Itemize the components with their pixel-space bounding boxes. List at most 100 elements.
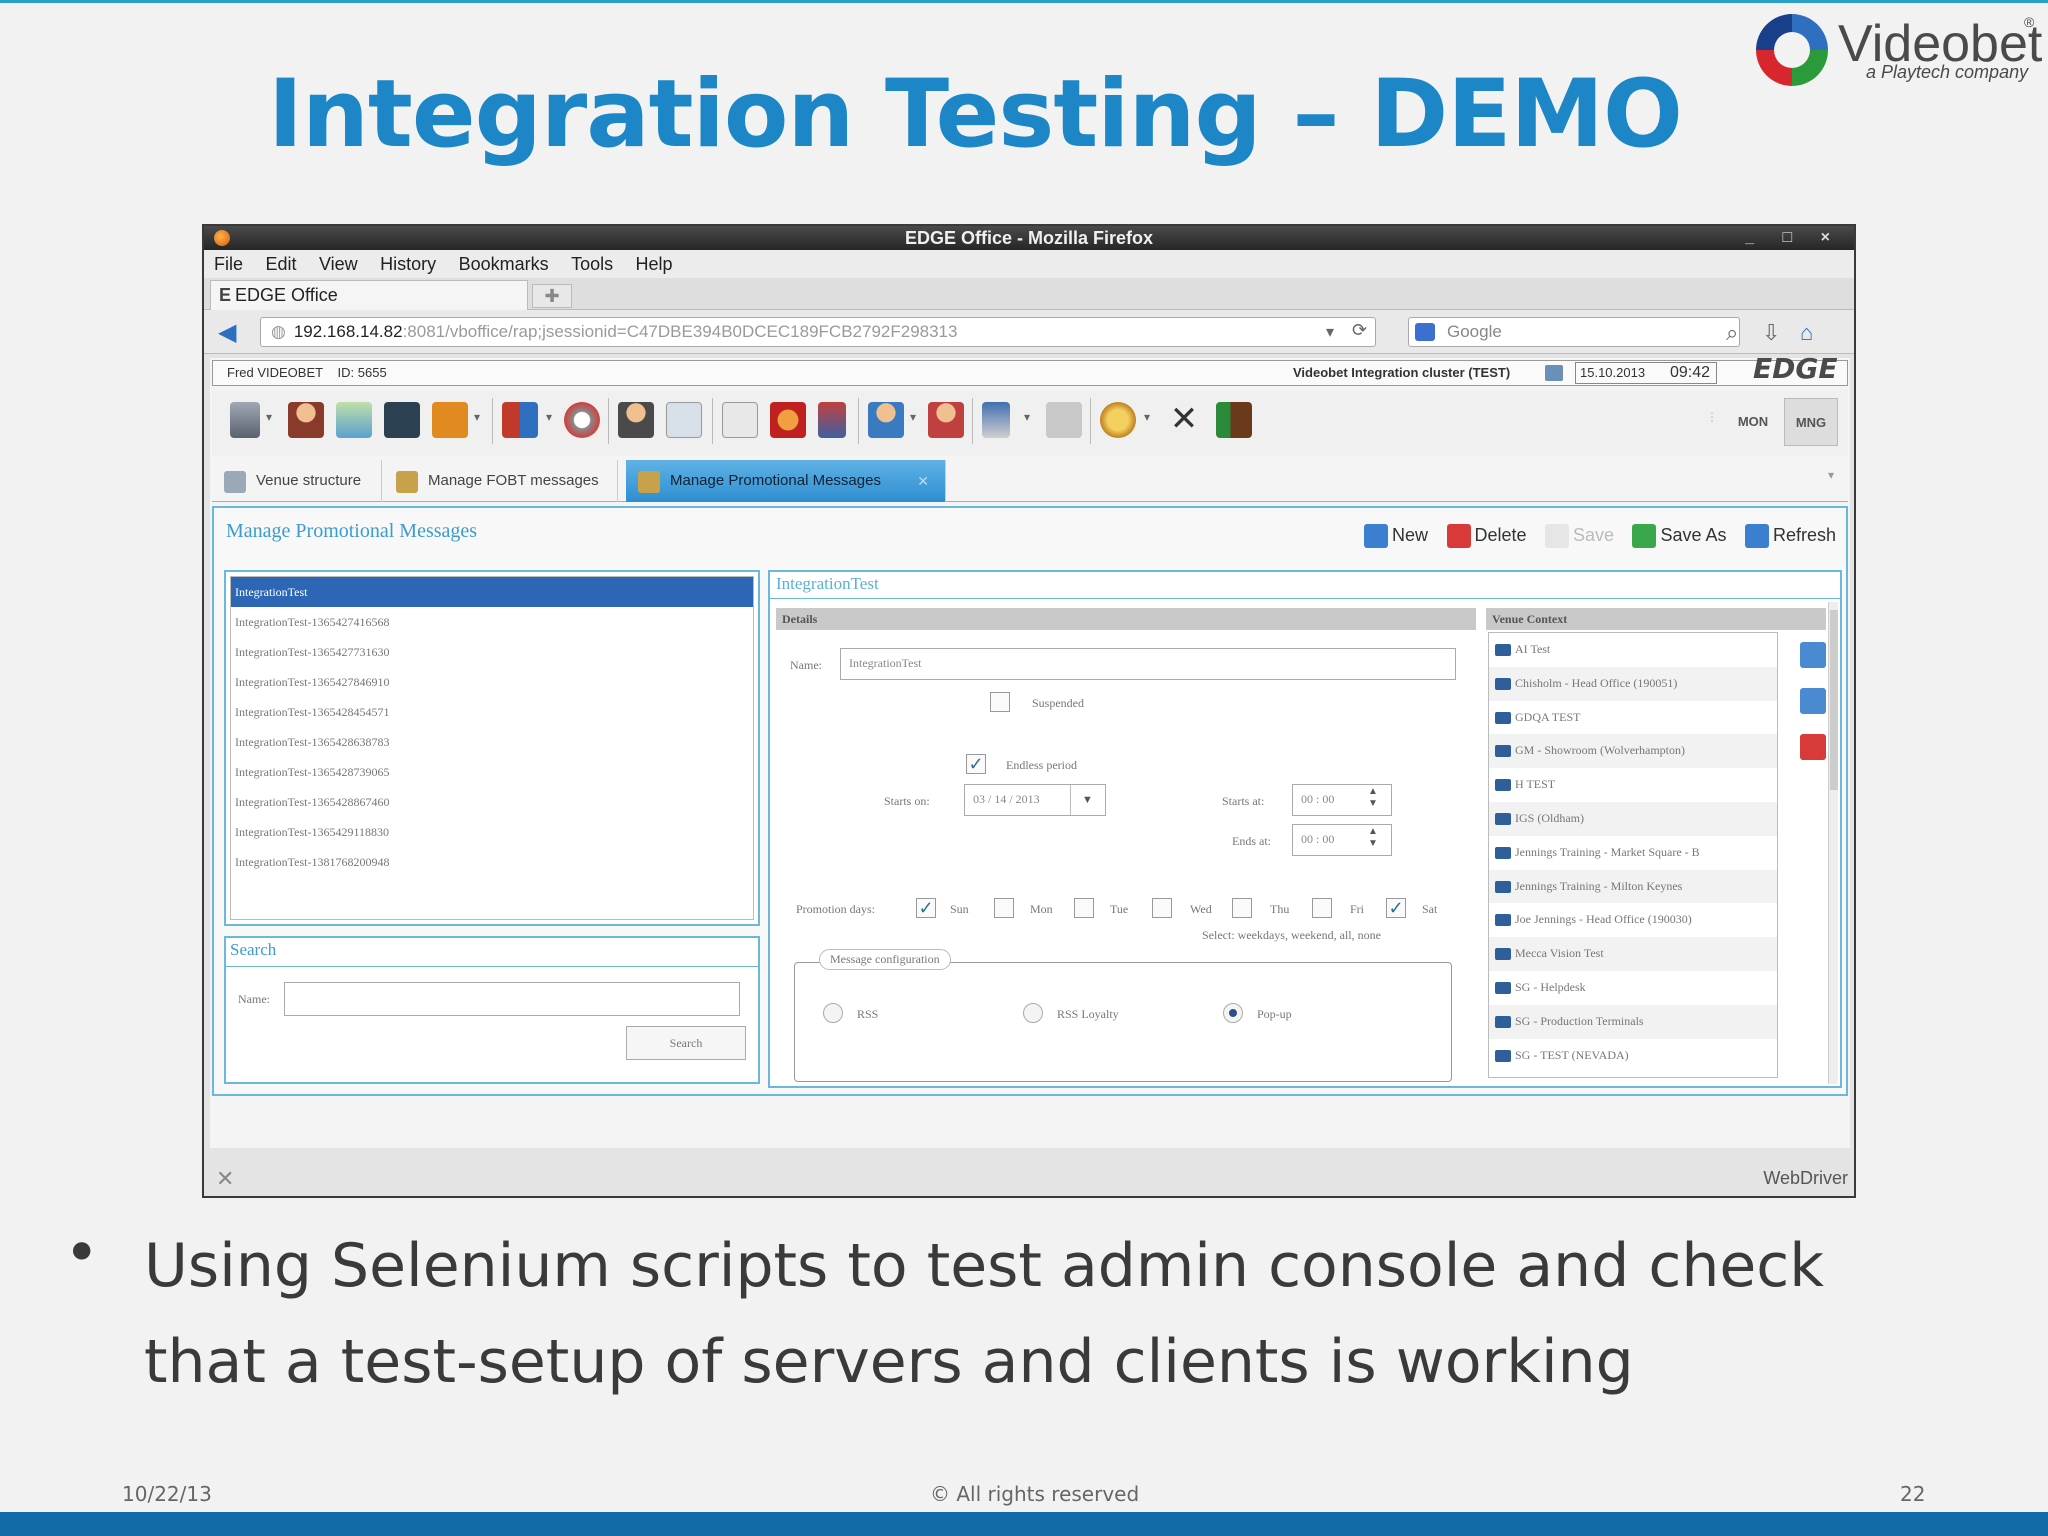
reload-icon[interactable]: ⟳ (1352, 320, 1367, 341)
network-icon[interactable] (230, 402, 260, 438)
search-bar[interactable]: Google (1408, 317, 1740, 347)
back-arrow-icon[interactable]: ◀ (218, 318, 236, 347)
list-item[interactable]: IntegrationTest-1365428454571 (231, 697, 753, 727)
menu-tools[interactable]: Tools (561, 250, 621, 275)
coins-icon[interactable] (1100, 402, 1136, 438)
search-button[interactable]: Search (626, 1026, 746, 1060)
list-item[interactable]: Jennings Training - Market Square - B (1489, 836, 1777, 870)
calendar-icon[interactable] (722, 402, 758, 438)
name-input[interactable]: IntegrationTest (840, 648, 1456, 680)
menu-bookmarks[interactable]: Bookmarks (449, 250, 557, 275)
download-icon[interactable]: ⇩ (1762, 320, 1780, 346)
browser-tab-edge-office[interactable]: E EDGE Office (210, 280, 528, 310)
day-checkbox-sun[interactable]: ✓ (916, 898, 936, 918)
menu-file[interactable]: File (204, 250, 251, 275)
menu-history[interactable]: History (370, 250, 444, 275)
day-checkbox-mon[interactable] (994, 898, 1014, 918)
id-card-icon[interactable] (666, 402, 702, 438)
suspended-checkbox[interactable] (990, 692, 1010, 712)
grid-dropdown-icon[interactable]: ▾ (546, 410, 552, 424)
list-item[interactable]: IntegrationTest-1365428638783 (231, 727, 753, 757)
list-item[interactable]: IntegrationTest-1365427416568 (231, 607, 753, 637)
tools-icon[interactable]: ✕ (1166, 402, 1202, 438)
list-item[interactable]: AI Test (1489, 633, 1777, 667)
globe-settings-icon[interactable] (564, 402, 600, 438)
list-item[interactable]: Mecca Vision Test (1489, 937, 1777, 971)
window-controls[interactable]: _ □ × (1745, 226, 1842, 250)
menu-help[interactable]: Help (626, 250, 681, 275)
alert-icon[interactable] (770, 402, 806, 438)
list-item[interactable]: Joe Jennings - Head Office (190030) (1489, 903, 1777, 937)
tab-list-chevron-icon[interactable]: ▾ (1828, 468, 1834, 482)
day-checkbox-fri[interactable] (1312, 898, 1332, 918)
list-item[interactable]: SG - TEST (NEVADA) (1489, 1039, 1777, 1073)
settings-clock-icon[interactable] (432, 402, 468, 438)
tab-venue-structure[interactable]: Venue structure (212, 460, 382, 502)
user-icon[interactable] (288, 402, 324, 438)
delete-button[interactable]: Delete (1446, 520, 1527, 550)
operator-icon[interactable] (618, 402, 654, 438)
radio-popup[interactable] (1223, 1003, 1243, 1023)
add-image-icon[interactable] (336, 402, 372, 438)
save-button[interactable]: Save (1544, 520, 1614, 550)
list-item[interactable]: IntegrationTest-1365429118830 (231, 817, 753, 847)
binoculars-icon[interactable]: ⌕ (1726, 320, 1738, 346)
day-checkbox-sat[interactable]: ✓ (1386, 898, 1406, 918)
venue-scrollbar[interactable] (1828, 602, 1838, 1084)
new-tab-button[interactable]: ✚ (532, 284, 572, 308)
venue-remove-button[interactable] (1800, 734, 1826, 760)
venue-add-button[interactable] (1800, 642, 1826, 668)
menu-edit[interactable]: Edit (255, 250, 304, 275)
users-group-icon[interactable] (928, 402, 964, 438)
scrollbar-thumb[interactable] (1830, 610, 1838, 790)
list-item[interactable]: GDQA TEST (1489, 701, 1777, 735)
list-item[interactable]: IntegrationTest-1381768200948 (231, 847, 753, 877)
refresh-button[interactable]: Refresh (1744, 520, 1836, 550)
day-checkbox-tue[interactable] (1074, 898, 1094, 918)
day-checkbox-thu[interactable] (1232, 898, 1252, 918)
radio-rss[interactable] (823, 1003, 843, 1023)
list-item[interactable]: GM - Showroom (Wolverhampton) (1489, 734, 1777, 769)
venue-add-all-button[interactable] (1800, 688, 1826, 714)
radio-rss-loyalty[interactable] (1023, 1003, 1043, 1023)
terminal-icon[interactable] (818, 402, 846, 438)
device-icon[interactable] (982, 402, 1010, 438)
close-icon[interactable]: ✕ (216, 1166, 234, 1192)
list-item[interactable]: IntegrationTest-1365427731630 (231, 637, 753, 667)
search-tool-icon[interactable] (1046, 402, 1082, 438)
home-icon[interactable]: ⌂ (1800, 320, 1813, 346)
tab-manage-fobt-messages[interactable]: Manage FOBT messages (384, 460, 618, 502)
monitor-icon[interactable] (384, 402, 420, 438)
url-bar[interactable]: ◍ 192.168.14.82:8081/vboffice/rap;jsessio… (260, 317, 1376, 347)
tab-manage-promotional-messages[interactable]: Manage Promotional Messages ✕ (626, 460, 946, 502)
search-name-input[interactable] (284, 982, 740, 1016)
list-item[interactable]: IntegrationTest-1365427846910 (231, 667, 753, 697)
save-as-button[interactable]: Save As (1632, 520, 1727, 550)
list-item[interactable]: IntegrationTest-1365428739065 (231, 757, 753, 787)
settings-dropdown-icon[interactable]: ▾ (474, 410, 480, 424)
list-item[interactable]: SG - Helpdesk (1489, 971, 1777, 1005)
exit-door-icon[interactable] (1216, 402, 1252, 438)
grid-apps-icon[interactable] (502, 402, 538, 438)
endless-period-checkbox[interactable]: ✓ (966, 754, 986, 774)
new-button[interactable]: New (1364, 520, 1428, 550)
url-dropdown-icon[interactable]: ▾ (1326, 322, 1334, 342)
user-admin-dropdown-icon[interactable]: ▾ (910, 410, 916, 424)
list-item[interactable]: H TEST (1489, 768, 1777, 802)
list-item[interactable]: IGS (Oldham) (1489, 801, 1777, 836)
day-checkbox-wed[interactable] (1152, 898, 1172, 918)
network-dropdown-icon[interactable]: ▾ (266, 410, 272, 424)
mode-mon-button[interactable]: MON (1728, 398, 1778, 446)
starts-at-spinner-icon[interactable]: ▲ ▼ (1366, 786, 1380, 810)
list-item[interactable]: IntegrationTest-1365428867460 (231, 787, 753, 817)
list-item[interactable]: SG - Production Terminals (1489, 1004, 1777, 1039)
mode-mng-button[interactable]: MNG (1784, 398, 1838, 446)
date-picker-dropdown-icon[interactable]: ▼ (1070, 785, 1104, 815)
list-item[interactable]: Chisholm - Head Office (190051) (1489, 666, 1777, 701)
user-admin-icon[interactable] (868, 402, 904, 438)
close-tab-icon[interactable]: ✕ (917, 460, 929, 502)
list-item[interactable]: Jennings Training - Milton Keynes (1489, 869, 1777, 904)
ends-at-spinner-icon[interactable]: ▲ ▼ (1366, 826, 1380, 850)
device-dropdown-icon[interactable]: ▾ (1024, 410, 1030, 424)
cluster-switch-icon[interactable] (1545, 365, 1563, 381)
